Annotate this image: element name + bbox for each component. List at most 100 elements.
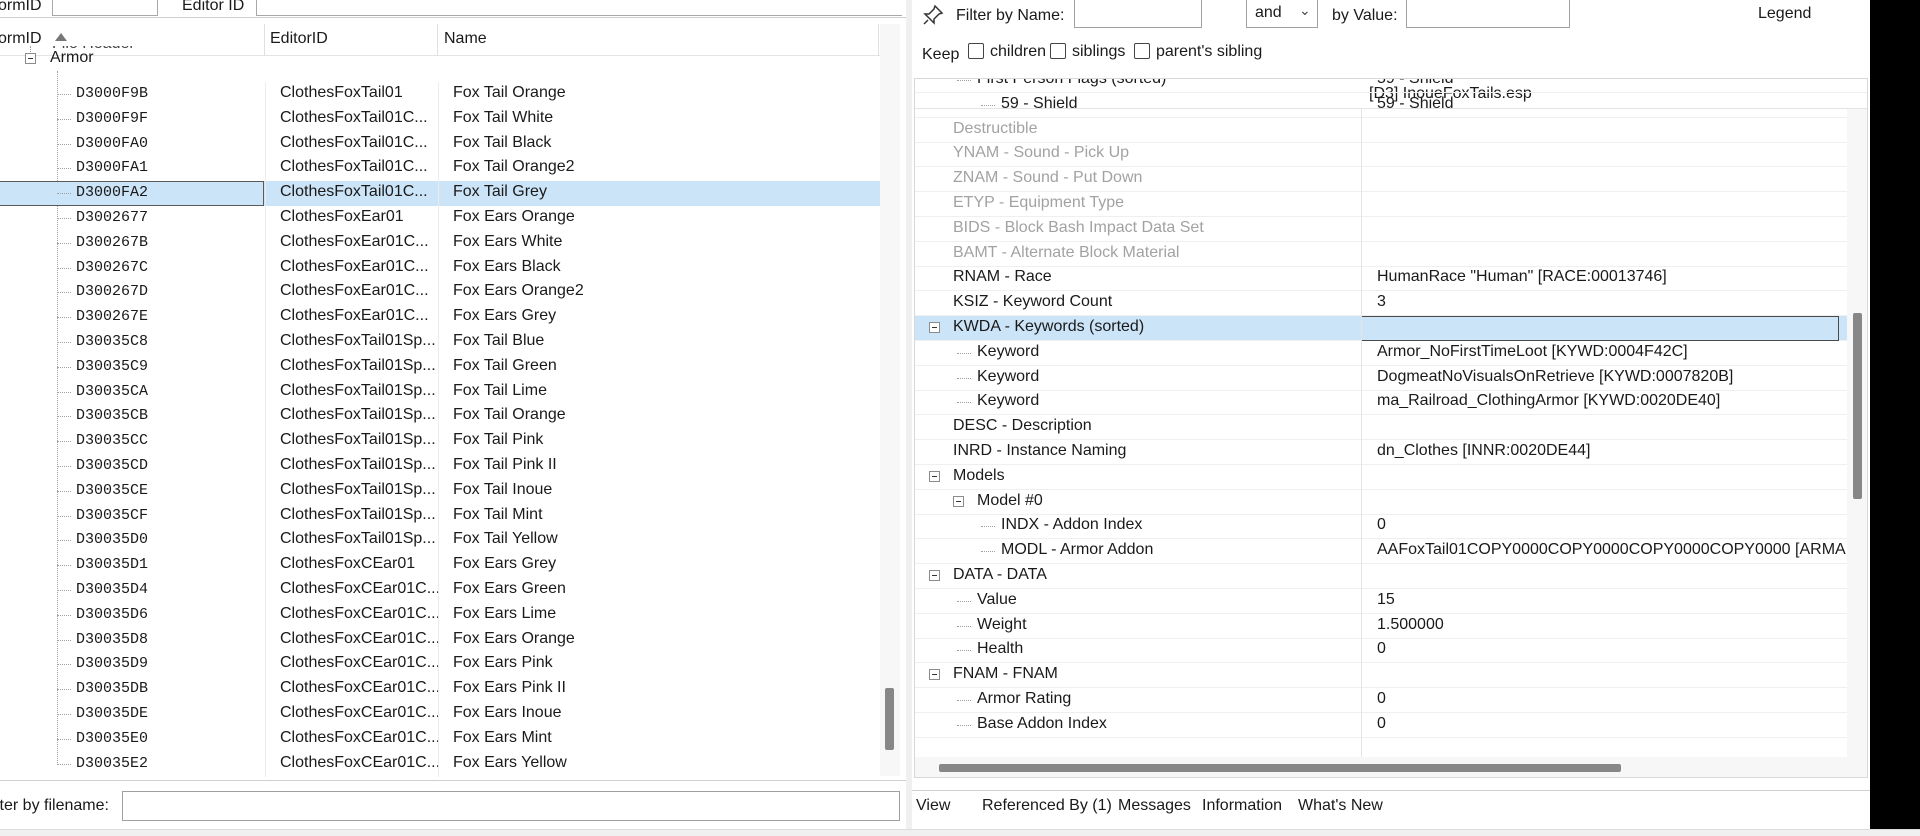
tree-row[interactable]: D30035E0 ClothesFoxCEar01C... Fox Ears Min… [0,726,880,752]
detail-row[interactable]: Keyword DogmeatNoVisualsOnRetrieve [KYWD:… [915,366,1867,391]
tree-row[interactable]: D30035C9 ClothesFoxTail01Sp... Fox Tail Gr… [0,354,880,380]
tree-row[interactable]: D30035CD ClothesFoxTail01Sp... Fox Tail Pi… [0,454,880,479]
field-value[interactable]: ma_Railroad_ClothingArmor [KYWD:0020DE40… [1377,392,1720,410]
tree-row[interactable]: D30035D4 ClothesFoxCEar01C... Fox Ears Gre… [0,578,880,603]
collapse-icon[interactable] [929,322,940,333]
detail-row[interactable]: First Person Flags (sorted) 59 - Shield [915,79,1867,93]
collapse-icon[interactable] [929,570,940,581]
detail-row[interactable]: KSIZ - Keyword Count 3 [915,291,1867,317]
filter-by-value-input[interactable] [1406,0,1570,28]
detail-row[interactable]: 59 - Shield 59 - Shield [915,93,1867,118]
tree-row[interactable]: D3000FA0 ClothesFoxTail01C... Fox Tail Bla… [0,131,880,157]
field-value[interactable]: 1.500000 [1377,616,1444,634]
field-value[interactable]: 15 [1377,591,1395,609]
keep-parents-sibling-checkbox[interactable] [1134,43,1150,59]
legend-button[interactable]: Legend [1758,5,1811,23]
tree-row[interactable]: D30035CA ClothesFoxTail01Sp... Fox Tail Li… [0,379,880,405]
filename-filter-input[interactable] [122,791,900,821]
tree-row[interactable]: D3002677 ClothesFoxEar01 Fox Ears Orange [0,206,880,231]
field-value[interactable]: 3 [1377,293,1386,311]
editorid-search-input[interactable] [256,0,902,16]
detail-row[interactable]: YNAM - Sound - Pick Up [915,142,1867,168]
detail-row[interactable]: Models [915,465,1867,490]
grid-horizontal-scrollbar[interactable] [915,757,1847,777]
keep-parents-sibling-label[interactable]: parent's sibling [1156,43,1262,61]
tree-row[interactable]: D3000FA2 ClothesFoxTail01C... Fox Tail Gre… [0,181,880,207]
field-value[interactable]: 0 [1377,690,1386,708]
collapse-icon[interactable] [25,53,36,64]
detail-row[interactable]: INRD - Instance Naming dn_Clothes [INNR:0… [915,440,1867,465]
detail-row[interactable]: Armor Rating 0 [915,688,1867,713]
field-value[interactable]: 0 [1377,640,1386,658]
detail-row[interactable]: Value 15 [915,589,1867,614]
detail-row[interactable]: BAMT - Alternate Block Material [915,242,1867,267]
tab-referenced-by[interactable]: Referenced By (1) [982,797,1112,815]
tab-whats-new[interactable]: What's New [1298,797,1383,815]
field-value[interactable]: HumanRace "Human" [RACE:00013746] [1377,268,1667,286]
detail-row[interactable]: DATA - DATA [915,564,1867,589]
group-armor-label[interactable]: Armor [50,49,94,67]
field-value[interactable]: Armor_NoFirstTimeLoot [KYWD:0004F42C] [1377,343,1688,361]
detail-row[interactable]: ZNAM - Sound - Put Down [915,167,1867,193]
detail-row[interactable]: Keyword ma_Railroad_ClothingArmor [KYWD:0… [915,390,1867,416]
collapse-icon[interactable] [929,470,940,482]
tree-row[interactable]: D30035D1 ClothesFoxCEar01 Fox Ears Grey [0,553,880,579]
logic-operator-select[interactable]: and ⌄ [1246,0,1318,28]
detail-row[interactable]: FNAM - FNAM [915,663,1867,689]
scrollbar-thumb[interactable] [1853,313,1862,499]
detail-row[interactable]: Destructible [915,118,1867,143]
tree-row[interactable]: D300267D ClothesFoxEar01C... Fox Ears Oran… [0,280,880,306]
tree-row[interactable]: D30035DE ClothesFoxCEar01C... Fox Ears Ino… [0,702,880,727]
detail-row[interactable]: ETYP - Equipment Type [915,192,1867,217]
column-divider[interactable] [1361,109,1362,777]
field-value[interactable]: AAFoxTail01COPY0000COPY0000COPY0000COPY0… [1377,541,1855,559]
tree-row[interactable]: D30035DB ClothesFoxCEar01C... Fox Ears Pin… [0,677,880,703]
field-value[interactable]: 0 [1377,516,1386,534]
value-edit-cell[interactable] [1361,316,1839,341]
scrollbar-thumb[interactable] [885,688,894,750]
tree-row[interactable]: D300267B ClothesFoxEar01C... Fox Ears Whit… [0,230,880,256]
tree-row[interactable]: D3000F9B ClothesFoxTail01 Fox Tail Orange [0,82,880,107]
collapse-icon[interactable] [953,495,964,507]
tab-information[interactable]: Information [1202,797,1282,815]
detail-row[interactable]: RNAM - Race HumanRace "Human" [RACE:00013… [915,266,1867,292]
tree-vertical-scrollbar[interactable] [880,24,900,776]
tab-view[interactable]: View [916,797,950,815]
detail-row[interactable]: Health 0 [915,638,1867,664]
field-value[interactable]: DogmeatNoVisualsOnRetrieve [KYWD:0007820… [1377,368,1733,386]
detail-row[interactable]: BIDS - Block Bash Impact Data Set [915,217,1867,242]
tab-messages[interactable]: Messages [1118,797,1191,815]
detail-row[interactable]: Keyword Armor_NoFirstTimeLoot [KYWD:0004F… [915,341,1867,366]
tree-row[interactable]: D30035CE ClothesFoxTail01Sp... Fox Tail In… [0,478,880,504]
tree-row[interactable]: D300267C ClothesFoxEar01C... Fox Ears Blac… [0,255,880,281]
keep-siblings-label[interactable]: siblings [1072,43,1125,61]
keep-children-checkbox[interactable] [968,43,984,59]
tree-row[interactable]: D3000FA1 ClothesFoxTail01C... Fox Tail Ora… [0,156,880,182]
field-value[interactable]: 0 [1377,715,1386,733]
pin-icon[interactable] [922,4,944,31]
tree-row[interactable]: D30035CC ClothesFoxTail01Sp... Fox Tail Pi… [0,429,880,455]
keep-siblings-checkbox[interactable] [1050,43,1066,59]
grid-vertical-scrollbar[interactable] [1847,109,1867,777]
tree-row[interactable]: D30035CF ClothesFoxTail01Sp... Fox Tail Mi… [0,503,880,529]
detail-row[interactable]: MODL - Armor Addon AAFoxTail01COPY0000COP… [915,539,1867,565]
field-value[interactable]: 59 - Shield [1377,79,1454,88]
tree-row[interactable]: D30035D0 ClothesFoxTail01Sp... Fox Tail Ye… [0,528,880,554]
detail-row[interactable]: DESC - Description [915,415,1867,441]
filter-by-name-input[interactable] [1074,0,1202,28]
tree-row[interactable]: D30035E2 ClothesFoxCEar01C... Fox Ears Yel… [0,751,880,777]
tree-row[interactable]: D3000F9F ClothesFoxTail01C... Fox Tail Whi… [0,106,880,132]
detail-row[interactable]: KWDA - Keywords (sorted) [915,316,1867,341]
collapse-icon[interactable] [929,669,940,681]
detail-row[interactable]: Base Addon Index 0 [915,713,1867,738]
tree-row[interactable]: D30035D6 ClothesFoxCEar01C... Fox Ears Lim… [0,602,880,628]
keep-children-label[interactable]: children [990,43,1046,61]
scrollbar-thumb[interactable] [939,764,1621,772]
tree-row[interactable]: D30035C8 ClothesFoxTail01Sp... Fox Tail Bl… [0,330,880,355]
tree-row[interactable]: D30035D8 ClothesFoxCEar01C... Fox Ears Ora… [0,627,880,653]
field-value[interactable]: 59 - Shield [1377,95,1454,113]
tree-row[interactable]: D300267E ClothesFoxEar01C... Fox Ears Grey [0,305,880,331]
detail-row[interactable]: INDX - Addon Index 0 [915,514,1867,540]
tree-row[interactable]: D30035CB ClothesFoxTail01Sp... Fox Tail Or… [0,404,880,430]
field-value[interactable]: dn_Clothes [INNR:0020DE44] [1377,442,1590,460]
